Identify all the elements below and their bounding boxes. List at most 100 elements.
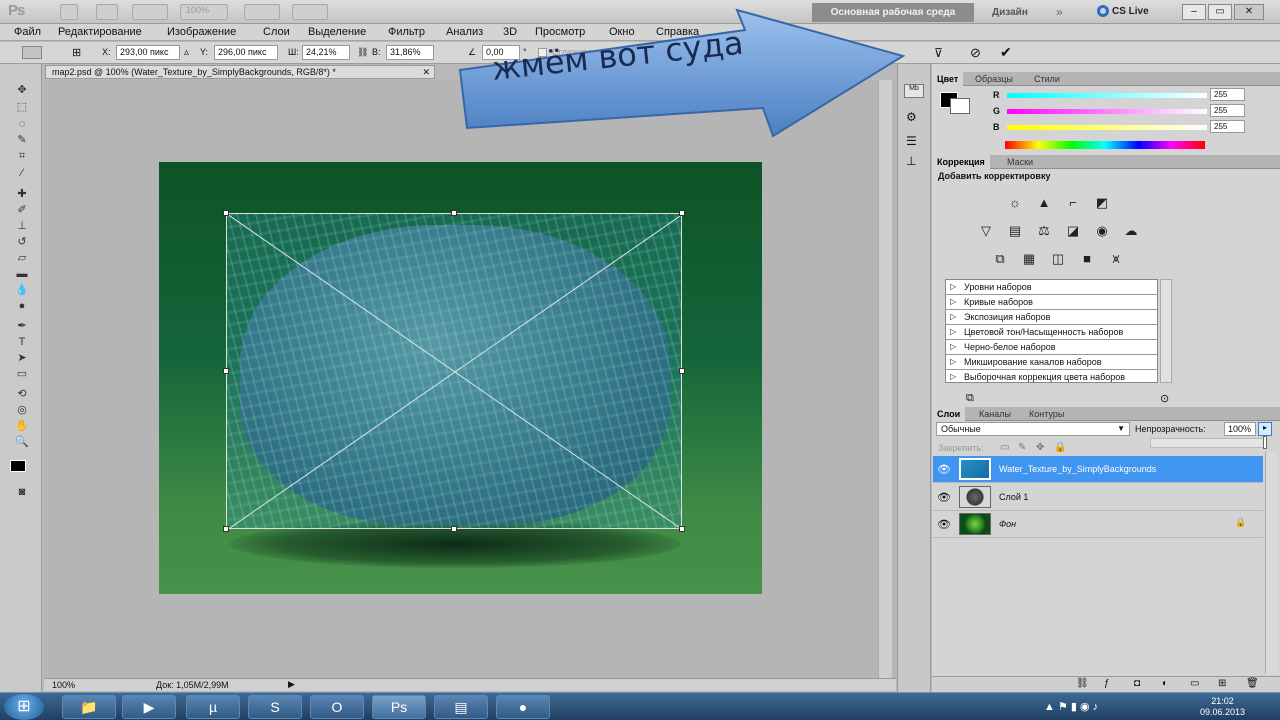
lasso-tool-icon[interactable]: ◌ — [14, 118, 30, 130]
visibility-eye-icon[interactable]: 👁 — [937, 463, 951, 476]
preset-levels[interactable]: ▷ Уровни наборов — [946, 280, 1157, 295]
width-field[interactable]: 24,21% — [302, 45, 350, 60]
color-balance-icon[interactable]: ⚖ — [1035, 224, 1053, 238]
arrange-documents-dropdown[interactable] — [244, 4, 280, 20]
media-player-taskbar-icon[interactable]: ▶ — [122, 695, 176, 719]
new-layer-icon[interactable]: ⊞ — [1218, 678, 1226, 689]
3d-orbit-tool-icon[interactable]: ◎ — [14, 404, 30, 416]
clip-to-layer-icon[interactable]: ⊙ — [1160, 392, 1169, 405]
close-button[interactable]: ✕ — [1234, 4, 1264, 20]
new-group-icon[interactable]: ▭ — [1190, 678, 1199, 689]
layer-mask-icon[interactable]: ◘ — [1134, 678, 1140, 689]
presets-scrollbar[interactable] — [1160, 279, 1172, 383]
type-tool-icon[interactable]: T — [14, 336, 30, 348]
mini-bridge-panel-icon[interactable]: Mb — [904, 84, 924, 98]
levels-icon[interactable]: ▲ — [1035, 196, 1053, 210]
bridge-button[interactable] — [60, 4, 78, 20]
tab-color[interactable]: Цвет — [932, 72, 964, 86]
marquee-tool-icon[interactable]: ⬚ — [14, 101, 30, 113]
hue-saturation-icon[interactable]: ▤ — [1006, 224, 1024, 238]
link-layers-icon[interactable]: ⛓ — [1076, 678, 1089, 689]
quick-selection-tool-icon[interactable]: ✎ — [14, 134, 30, 146]
commit-transform-icon[interactable]: ✔ — [1000, 44, 1012, 61]
clone-stamp-tool-icon[interactable]: ⊥ — [14, 220, 30, 232]
return-to-list-icon[interactable]: ⧉ — [966, 392, 974, 405]
history-brush-tool-icon[interactable]: ↺ — [14, 236, 30, 248]
system-clock[interactable]: 21:02 09.06.2013 — [1200, 696, 1245, 718]
delete-layer-icon[interactable]: 🗑 — [1246, 678, 1259, 689]
zoom-tool-icon[interactable]: 🔍 — [14, 436, 30, 448]
healing-brush-tool-icon[interactable]: ✚ — [14, 188, 30, 200]
opacity-slider-button[interactable]: ▸ — [1258, 422, 1272, 436]
transform-handle-top[interactable] — [451, 210, 457, 216]
layer-row-layer-1[interactable]: 👁 Слой 1 — [933, 484, 1263, 511]
brightness-contrast-icon[interactable]: ☼ — [1006, 196, 1024, 210]
status-menu-arrow-icon[interactable]: ▶ — [288, 679, 295, 690]
transform-handle-top-left[interactable] — [223, 210, 229, 216]
posterize-icon[interactable]: ▦ — [1020, 252, 1038, 266]
transform-handle-right[interactable] — [679, 368, 685, 374]
clone-source-panel-icon[interactable]: ⊥ — [906, 154, 916, 168]
channel-r-value[interactable]: 255 — [1210, 88, 1245, 101]
height-field[interactable]: 31,86% — [386, 45, 434, 60]
preset-hue-saturation[interactable]: ▷ Цветовой тон/Насыщенность наборов — [946, 325, 1157, 340]
tab-styles[interactable]: Стили — [1029, 72, 1065, 86]
reference-point-icon[interactable]: ⊞ — [72, 46, 88, 59]
selective-color-icon[interactable]: ⩙ — [1107, 252, 1125, 266]
menu-edit[interactable]: Редактирование — [58, 26, 142, 38]
opacity-field[interactable]: 100% — [1224, 422, 1256, 436]
photoshop-taskbar-icon[interactable]: Ps — [372, 695, 426, 719]
lock-position-icon[interactable]: ✥ — [1036, 442, 1044, 453]
vibrance-icon[interactable]: ▽ — [977, 224, 995, 238]
extras-dropdown[interactable] — [132, 4, 168, 20]
blur-tool-icon[interactable]: 💧 — [14, 284, 30, 296]
color-ramp[interactable] — [1005, 141, 1205, 149]
menu-layers[interactable]: Слои — [263, 26, 290, 38]
mini-bridge-button[interactable] — [96, 4, 118, 20]
pen-tool-icon[interactable]: ✒ — [14, 320, 30, 332]
gradient-map-icon[interactable]: ■ — [1078, 252, 1096, 266]
lock-pixels-icon[interactable]: ✎ — [1018, 442, 1026, 453]
shape-tool-icon[interactable]: ▭ — [14, 368, 30, 380]
transform-handle-bottom-right[interactable] — [679, 526, 685, 532]
warp-mode-icon[interactable]: ⊽ — [934, 46, 943, 60]
photo-filter-icon[interactable]: ◉ — [1093, 224, 1111, 238]
channel-g-value[interactable]: 255 — [1210, 104, 1245, 117]
maximize-button[interactable]: ▭ — [1208, 4, 1232, 20]
preset-channel-mixer[interactable]: ▷ Микширование каналов наборов — [946, 355, 1157, 370]
dodge-tool-icon[interactable]: ● — [14, 300, 30, 312]
eyedropper-tool-icon[interactable]: ⁄ — [14, 167, 30, 179]
notes-taskbar-icon[interactable]: ▤ — [434, 695, 488, 719]
tab-paths[interactable]: Контуры — [1024, 407, 1069, 421]
status-zoom[interactable]: 100% — [52, 680, 75, 690]
tab-channels[interactable]: Каналы — [974, 407, 1016, 421]
start-button[interactable]: ⊞ — [4, 694, 44, 720]
workspace-design-button[interactable]: Дизайн — [992, 7, 1028, 18]
transform-handle-top-right[interactable] — [679, 210, 685, 216]
minimize-button[interactable]: – — [1182, 4, 1206, 20]
relative-position-icon[interactable]: ▵ — [184, 47, 189, 58]
close-document-icon[interactable]: ✕ — [422, 66, 430, 78]
menu-filter[interactable]: Фильтр — [388, 26, 425, 38]
link-icon[interactable]: ⛓ — [357, 47, 368, 58]
hand-tool-icon[interactable]: ✋ — [14, 420, 30, 432]
layer-style-icon[interactable]: ƒ — [1104, 678, 1110, 689]
visibility-eye-icon[interactable]: 👁 — [937, 491, 951, 504]
channel-r-slider[interactable] — [1007, 93, 1207, 98]
lock-all-icon[interactable]: 🔒 — [1054, 442, 1066, 453]
path-selection-tool-icon[interactable]: ➤ — [14, 352, 30, 364]
actions-panel-icon[interactable]: ☰ — [906, 134, 917, 148]
preset-curves[interactable]: ▷ Кривые наборов — [946, 295, 1157, 310]
lock-transparent-icon[interactable]: ▭ — [1000, 442, 1009, 453]
utorrent-taskbar-icon[interactable]: µ — [186, 695, 240, 719]
history-panel-icon[interactable]: ⚙ — [906, 110, 917, 124]
eraser-tool-icon[interactable]: ▱ — [14, 252, 30, 264]
blend-mode-dropdown[interactable]: Обычные ▼ — [936, 422, 1130, 436]
tab-adjustments[interactable]: Коррекция — [932, 155, 990, 169]
threshold-icon[interactable]: ◫ — [1049, 252, 1067, 266]
screen-mode-dropdown[interactable] — [292, 4, 328, 20]
more-workspaces-icon[interactable]: » — [1056, 5, 1063, 19]
background-color-chip[interactable] — [950, 98, 970, 114]
invert-icon[interactable]: ⧉ — [991, 252, 1009, 266]
menu-file[interactable]: Файл — [14, 26, 41, 38]
